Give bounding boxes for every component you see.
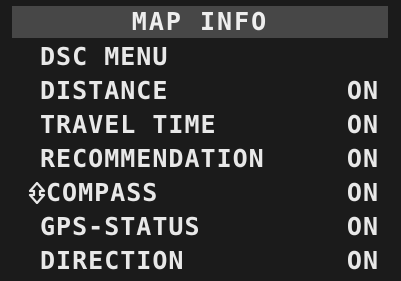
menu-item-distance[interactable]: DISTANCE ON [0,74,401,108]
menu-item-travel-time[interactable]: TRAVEL TIME ON [0,108,401,142]
menu-item-gps-status[interactable]: GPS-STATUS ON [0,210,401,244]
menu-item-value: ON [346,212,379,241]
menu-list: DSC MENU DISTANCE ON TRAVEL TIME ON RECO… [0,40,401,278]
menu-item-value: ON [346,178,379,207]
menu-item-recommendation[interactable]: RECOMMENDATION ON [0,142,401,176]
menu-item-value: ON [346,246,379,275]
title-bar: MAP INFO [12,6,388,38]
map-info-screen: MAP INFO DSC MENU DISTANCE ON TRAVEL TIM… [0,0,401,281]
menu-item-compass[interactable]: COMPASS ON [0,176,401,210]
menu-item-label: DSC MENU [40,42,169,71]
menu-item-label: DIRECTION [40,246,185,275]
menu-item-label: DISTANCE [40,76,169,105]
selection-cursor-icon [28,182,46,204]
menu-item-value: ON [346,76,379,105]
menu-item-label: RECOMMENDATION [40,144,265,173]
menu-item-label: GPS-STATUS [40,212,201,241]
menu-item-value: ON [346,110,379,139]
menu-item-dsc-menu[interactable]: DSC MENU [0,40,401,74]
menu-item-label: TRAVEL TIME [40,110,217,139]
menu-item-label: COMPASS [46,178,159,207]
page-title: MAP INFO [131,7,269,36]
menu-item-direction[interactable]: DIRECTION ON [0,244,401,278]
menu-item-value: ON [346,144,379,173]
